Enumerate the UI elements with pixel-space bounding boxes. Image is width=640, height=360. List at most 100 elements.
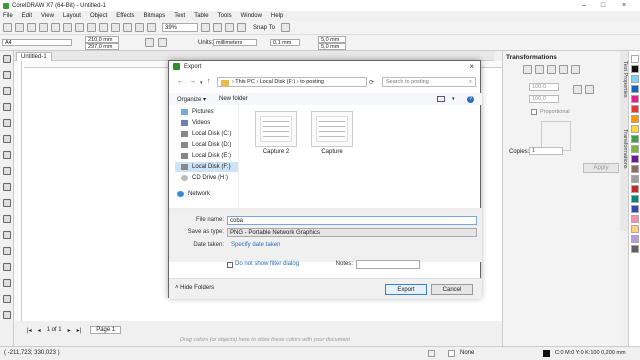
size-icon[interactable]	[559, 65, 568, 74]
menu-view[interactable]: View	[41, 13, 54, 19]
scale-x-field[interactable]: 100,0	[529, 83, 559, 91]
publish-pdf-icon[interactable]	[147, 23, 156, 32]
breadcrumb-this-pc[interactable]: This PC	[235, 79, 255, 85]
menu-effects[interactable]: Effects	[116, 13, 134, 19]
menu-window[interactable]: Window	[241, 13, 262, 19]
swatch-black[interactable]	[631, 65, 639, 73]
nav-local-disk-e[interactable]: Local Disk (E:)	[175, 151, 238, 161]
open-icon[interactable]	[15, 23, 24, 32]
menu-table[interactable]: Table	[194, 13, 208, 19]
rotate-icon[interactable]	[535, 65, 544, 74]
up-icon[interactable]: ↑	[207, 78, 211, 85]
page-tab[interactable]: Page 1	[90, 326, 122, 334]
swatch-pink[interactable]	[631, 215, 639, 223]
refresh-icon[interactable]: ⟳	[369, 79, 374, 86]
minimize-icon[interactable]: –	[576, 0, 592, 11]
polygon-tool-icon[interactable]	[3, 183, 11, 191]
breadcrumb-folder[interactable]: to posting	[300, 79, 324, 85]
proportional-checkbox[interactable]	[531, 109, 537, 115]
organize-button[interactable]: Organize ▾	[177, 96, 206, 103]
breadcrumb-local-disk[interactable]: Local Disk (F:)	[260, 79, 295, 85]
menu-file[interactable]: File	[3, 13, 13, 19]
copy-icon[interactable]	[63, 23, 72, 32]
scale-mirror-icon[interactable]	[547, 65, 556, 74]
skew-icon[interactable]	[571, 65, 580, 74]
portrait-icon[interactable]	[145, 38, 154, 47]
hide-folders-button[interactable]: ˄ Hide Folders	[175, 285, 214, 291]
swatch-lavender[interactable]	[631, 235, 639, 243]
specify-date-link[interactable]: Specify date taken	[231, 242, 280, 248]
filter-dialog-checkbox[interactable]	[227, 262, 233, 268]
swatch-blue[interactable]	[631, 85, 639, 93]
mirror-v-icon[interactable]	[585, 85, 594, 94]
duplicate-y-field[interactable]: 5,0 mm	[318, 43, 346, 50]
pick-tool-icon[interactable]	[3, 55, 11, 63]
apply-button[interactable]: Apply	[583, 163, 619, 173]
swatch-cyan[interactable]	[631, 75, 639, 83]
duplicate-x-field[interactable]: 5,0 mm	[318, 36, 346, 43]
page-height-field[interactable]: 297,0 mm	[85, 43, 119, 50]
landscape-icon[interactable]	[158, 38, 167, 47]
search-box[interactable]: Search to posting ⌕	[382, 77, 476, 87]
redo-icon[interactable]	[99, 23, 108, 32]
swatch-purple[interactable]	[631, 155, 639, 163]
new-folder-button[interactable]: New folder	[219, 96, 248, 102]
mirror-h-icon[interactable]	[573, 85, 582, 94]
guidelines-icon[interactable]	[237, 23, 246, 32]
next-page-icon[interactable]: ▸	[68, 327, 71, 334]
nav-videos[interactable]: Videos	[175, 118, 238, 128]
tab-transformations[interactable]: Transformations	[620, 129, 628, 189]
back-icon[interactable]: ←	[177, 78, 184, 85]
menu-tools[interactable]: Tools	[218, 13, 232, 19]
help-icon[interactable]: ?	[467, 96, 474, 103]
address-bar[interactable]: › This PC › Local Disk (F:) › to posting	[217, 77, 367, 87]
rectangle-tool-icon[interactable]	[3, 151, 11, 159]
nav-network[interactable]: Network	[171, 189, 234, 199]
view-options-icon[interactable]	[437, 96, 445, 102]
swatch-indigo[interactable]	[631, 205, 639, 213]
swatch-orange[interactable]	[631, 115, 639, 123]
file-thumbnail[interactable]	[255, 111, 297, 147]
search-content-icon[interactable]	[111, 23, 120, 32]
artistic-media-icon[interactable]	[3, 135, 11, 143]
swatch-magenta[interactable]	[631, 95, 639, 103]
file-name-capture-2[interactable]: Capture 2	[246, 149, 306, 155]
print-icon[interactable]	[39, 23, 48, 32]
view-dropdown-icon[interactable]: ▾	[452, 96, 455, 102]
zoom-level-select[interactable]: 39%	[162, 23, 198, 32]
options-icon[interactable]	[280, 23, 290, 32]
swatch-gray[interactable]	[631, 175, 639, 183]
paste-icon[interactable]	[75, 23, 84, 32]
drop-shadow-icon[interactable]	[3, 247, 11, 255]
file-name-capture[interactable]: Capture	[302, 149, 362, 155]
maximize-icon[interactable]: □	[595, 0, 611, 11]
parallel-dimension-icon[interactable]	[3, 215, 11, 223]
tab-text-properties[interactable]: Text Properties	[620, 61, 628, 121]
text-tool-icon[interactable]	[3, 199, 11, 207]
rulers-icon[interactable]	[213, 23, 222, 32]
undo-icon[interactable]	[87, 23, 96, 32]
smart-fill-icon[interactable]	[3, 311, 11, 319]
last-page-icon[interactable]: ▸|	[77, 327, 82, 334]
full-screen-icon[interactable]	[201, 23, 210, 32]
nav-pictures[interactable]: Pictures	[175, 107, 238, 117]
swatch-peach[interactable]	[631, 225, 639, 233]
prev-page-icon[interactable]: ◂	[38, 327, 41, 334]
swatch-white[interactable]	[631, 55, 639, 63]
swatch-teal[interactable]	[631, 195, 639, 203]
export-icon[interactable]	[135, 23, 144, 32]
eyedropper-icon[interactable]	[3, 279, 11, 287]
shape-tool-icon[interactable]	[3, 71, 11, 79]
menu-object[interactable]: Object	[90, 13, 107, 19]
interactive-fill-icon[interactable]	[3, 295, 11, 303]
save-type-select[interactable]: PNG - Portable Network Graphics	[227, 228, 477, 237]
cancel-button[interactable]: Cancel	[431, 284, 473, 295]
scale-y-field[interactable]: 100,0	[529, 95, 559, 103]
menu-text[interactable]: Text	[174, 13, 185, 19]
import-icon[interactable]	[123, 23, 132, 32]
dialog-close-icon[interactable]: ×	[469, 62, 474, 71]
swatch-green[interactable]	[631, 135, 639, 143]
first-page-icon[interactable]: |◂	[27, 327, 32, 334]
page-width-field[interactable]: 210,0 mm	[85, 36, 119, 43]
nav-local-disk-d[interactable]: Local Disk (D:)	[175, 140, 238, 150]
